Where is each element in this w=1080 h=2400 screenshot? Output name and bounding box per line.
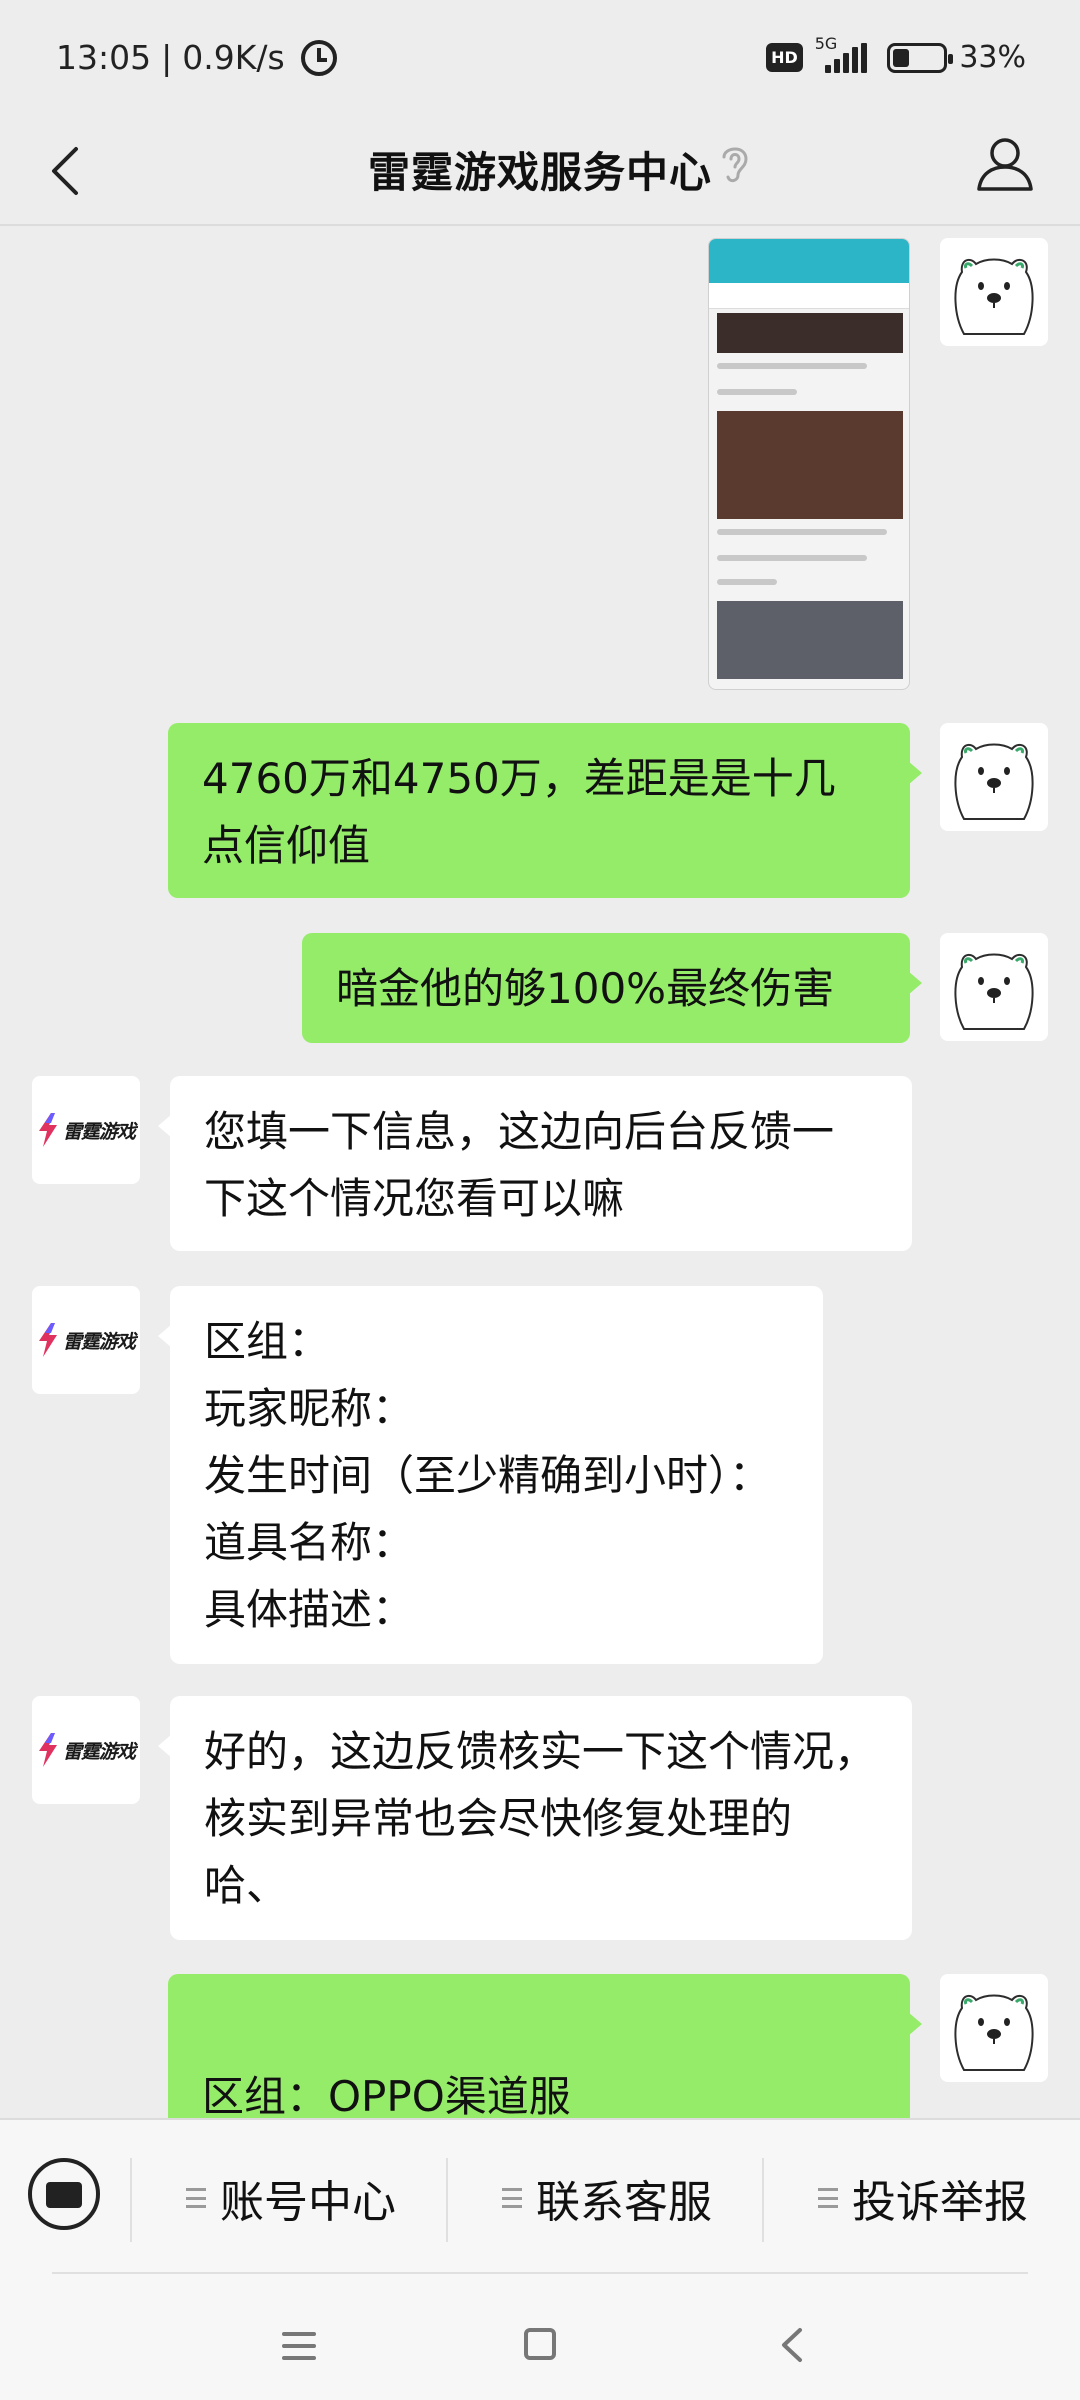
outgoing-message[interactable]: 暗金他的够100%最终伤害 xyxy=(302,933,922,1043)
image-message-text-line xyxy=(717,363,867,369)
menu-item-label: 账号中心 xyxy=(220,2177,396,2228)
menu-complaint-report[interactable]: 投诉举报 xyxy=(818,2162,1028,2234)
incoming-message[interactable]: 您填一下信息，这边向后台反馈一 下这个情况您看可以嘛 xyxy=(158,1076,912,1251)
logo-text: 雷霆游戏 xyxy=(62,1330,136,1353)
page-title: 雷霆游戏服务中心 xyxy=(367,148,712,197)
polar-bear-icon xyxy=(940,238,1048,346)
polar-bear-icon xyxy=(940,933,1048,1041)
logo-text: 雷霆游戏 xyxy=(62,1740,136,1763)
status-speed: 0.9K/s xyxy=(182,38,285,77)
home-nav-icon[interactable] xyxy=(524,2328,556,2360)
status-bar: 13:05 | 0.9K/s HD 5G 33% xyxy=(0,0,1080,125)
battery-icon xyxy=(887,42,954,73)
image-message[interactable] xyxy=(708,238,910,690)
image-message-text-line xyxy=(717,529,887,535)
status-time: 13:05 xyxy=(56,38,152,77)
lightning-logo-icon xyxy=(38,1323,57,1357)
menu-contact-service[interactable]: 联系客服 xyxy=(502,2162,712,2234)
menu-lines-icon xyxy=(502,2188,522,2208)
chat-header: 雷霆游戏服务中心 xyxy=(0,125,1080,225)
ear-icon xyxy=(722,147,748,183)
image-message-topbar xyxy=(709,239,909,283)
menu-item-label: 投诉举报 xyxy=(852,2177,1028,2228)
menu-divider xyxy=(762,2158,764,2242)
status-right: HD 5G 33% xyxy=(766,34,1026,75)
image-message-text-line xyxy=(717,555,867,561)
menu-lines-icon xyxy=(186,2188,206,2208)
polar-bear-icon xyxy=(940,1974,1048,2082)
outgoing-message[interactable]: 4760万和4750万，差距是是十几 点信仰值 xyxy=(168,723,922,898)
chat-area[interactable]: 4760万和4750万，差距是是十几 点信仰值 暗金他的够100%最终伤害 雷霆… xyxy=(0,226,1080,2118)
keyboard-toggle-button[interactable] xyxy=(28,2158,100,2230)
menu-divider xyxy=(446,2158,448,2242)
recents-nav-icon[interactable] xyxy=(282,2332,316,2360)
service-avatar[interactable]: 雷霆游戏 xyxy=(32,1286,140,1394)
profile-icon[interactable] xyxy=(975,133,1035,193)
service-avatar[interactable]: 雷霆游戏 xyxy=(32,1076,140,1184)
user-avatar[interactable] xyxy=(940,723,1048,831)
incoming-message[interactable]: 区组： 玩家昵称： 发生时间（至少精确到小时）： 道具名称： 具体描述： xyxy=(158,1286,823,1664)
menu-divider xyxy=(130,2158,132,2242)
lightning-logo-icon xyxy=(38,1733,57,1767)
image-message-picture xyxy=(717,313,903,353)
lightning-logo-icon xyxy=(38,1113,57,1147)
incoming-message[interactable]: 好的，这边反馈核实一下这个情况， 核实到异常也会尽快修复处理的 哈、 xyxy=(158,1696,912,1940)
bottom-menu-bar: 账号中心 联系客服 投诉举报 xyxy=(0,2118,1080,2400)
image-message-text-line xyxy=(717,579,777,585)
menu-item-label: 联系客服 xyxy=(536,2177,712,2228)
status-left: 13:05 | 0.9K/s xyxy=(56,38,337,77)
alarm-icon xyxy=(300,39,337,76)
image-message-picture xyxy=(717,601,903,679)
user-avatar[interactable] xyxy=(940,933,1048,1041)
network-type: 5G xyxy=(814,34,838,53)
polar-bear-icon xyxy=(940,723,1048,831)
service-avatar[interactable]: 雷霆游戏 xyxy=(32,1696,140,1804)
hd-badge: HD xyxy=(766,43,803,72)
back-nav-icon[interactable] xyxy=(776,2326,812,2364)
menu-lines-icon xyxy=(818,2188,838,2208)
user-avatar[interactable] xyxy=(940,238,1048,346)
image-message-tabs xyxy=(709,283,909,309)
nav-divider xyxy=(52,2272,1028,2274)
outgoing-message[interactable]: 区组：OPPO渠道服 xyxy=(168,1974,922,2118)
status-separator: | xyxy=(161,38,173,77)
image-message-picture xyxy=(717,411,903,519)
keyboard-icon xyxy=(46,2182,82,2208)
image-message-text-line xyxy=(717,389,797,395)
logo-text: 雷霆游戏 xyxy=(62,1120,136,1143)
menu-account-center[interactable]: 账号中心 xyxy=(186,2162,396,2234)
battery-percent: 33% xyxy=(959,40,1026,75)
user-avatar[interactable] xyxy=(940,1974,1048,2082)
